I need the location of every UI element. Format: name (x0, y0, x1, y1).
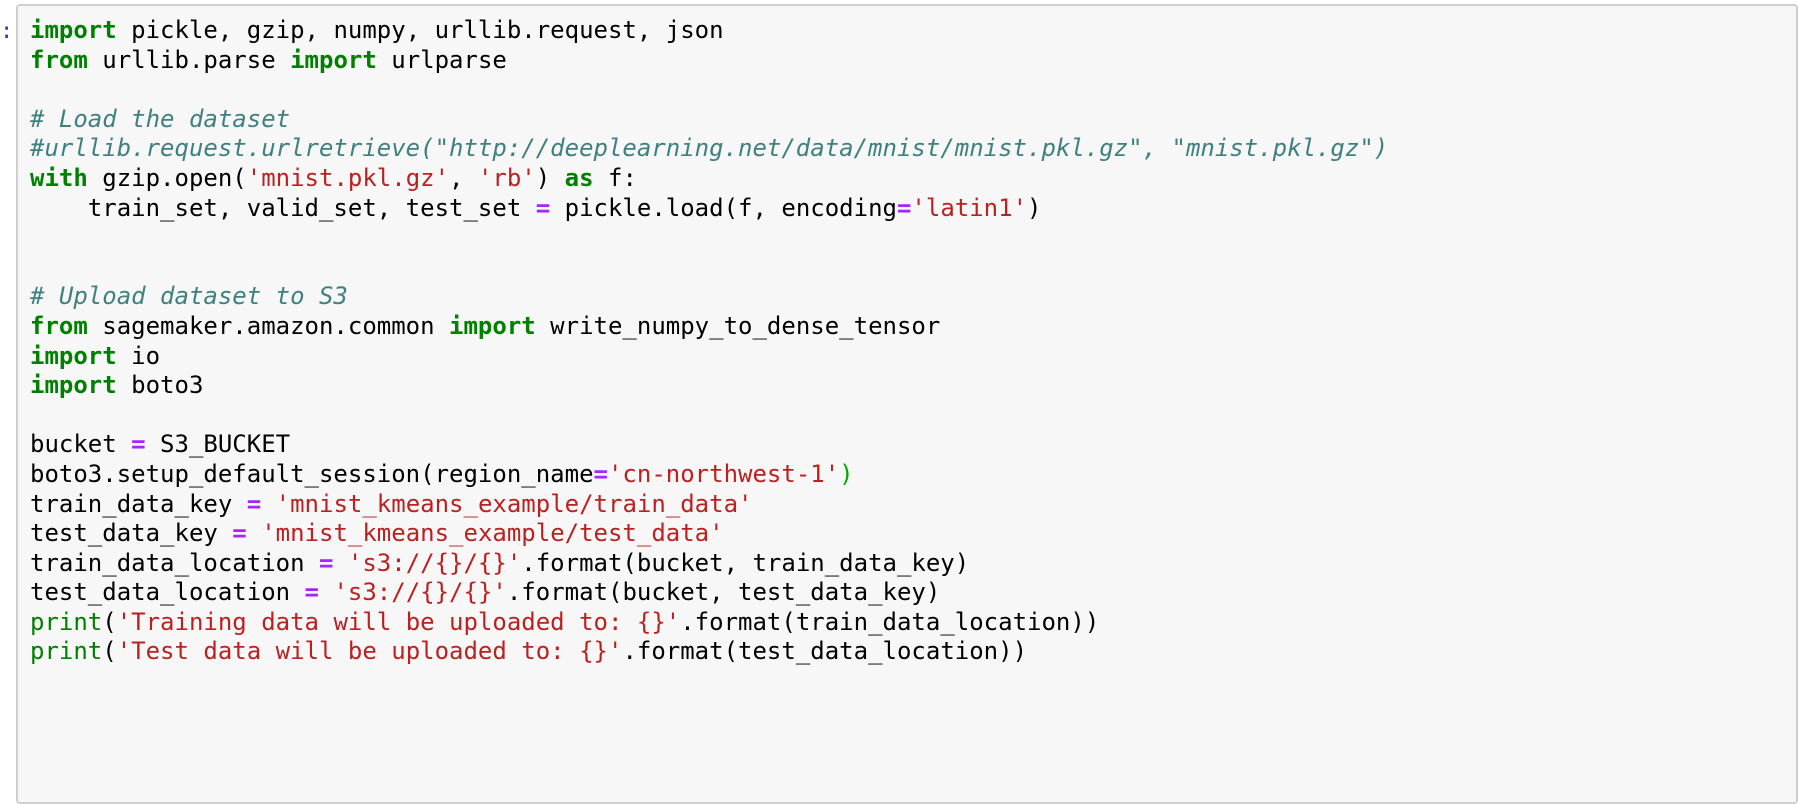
code-token: import (449, 311, 536, 340)
code-token: 'mnist_kmeans_example/train_data' (275, 489, 753, 518)
code-token: = (896, 193, 912, 222)
code-token: import (30, 371, 117, 400)
code-token: 'rb' (477, 163, 536, 192)
code-token: 'mnist_kmeans_example/test_data' (261, 519, 724, 548)
code-token: pickle.load(f, encoding (550, 193, 897, 222)
code-line[interactable]: from sagemaker.amazon.common import writ… (30, 312, 1388, 342)
code-token: bucket (30, 430, 132, 459)
code-token: # Upload dataset to S3 (30, 282, 348, 311)
code-line[interactable]: from urllib.parse import urlparse (30, 46, 1388, 76)
code-line[interactable]: # Upload dataset to S3 (30, 282, 1388, 312)
code-token: = (593, 459, 608, 488)
code-token: urllib.parse (87, 45, 291, 74)
code-token: = (246, 489, 262, 518)
code-token: = (304, 578, 319, 607)
code-token: train_data_key (30, 489, 247, 518)
code-line[interactable]: print('Training data will be uploaded to… (30, 608, 1388, 638)
code-token: 'Training data will be uploaded to: {}' (116, 607, 681, 636)
code-line[interactable] (30, 401, 1388, 431)
code-token: import (290, 45, 377, 74)
code-token: S3_BUCKET (145, 430, 291, 459)
code-line[interactable]: import boto3 (30, 371, 1388, 401)
code-line[interactable] (30, 253, 1388, 283)
code-token: train_data_location (30, 548, 319, 577)
code-token: from (30, 45, 88, 74)
code-line[interactable]: train_data_key = 'mnist_kmeans_example/t… (30, 490, 1388, 520)
code-token: .format(test_data_location)) (622, 637, 1028, 666)
code-editor[interactable]: import pickle, gzip, numpy, urllib.reque… (30, 16, 1388, 667)
code-line[interactable]: train_data_location = 's3://{}/{}'.forma… (30, 549, 1388, 579)
code-token: urlparse (376, 45, 507, 74)
code-token: ( (102, 607, 117, 636)
code-token: import (30, 341, 117, 370)
code-token: 's3://{}/{}' (333, 578, 507, 607)
code-token: print (30, 607, 103, 636)
code-token: from (30, 311, 88, 340)
code-token: = (232, 519, 247, 548)
code-cell[interactable]: import pickle, gzip, numpy, urllib.reque… (16, 4, 1798, 804)
code-token: = (131, 430, 146, 459)
code-token: .format(bucket, test_data_key) (506, 578, 941, 607)
code-token: = (535, 193, 551, 222)
code-token: 'latin1' (911, 193, 1028, 222)
code-token: #urllib.request.urlretrieve("http://deep… (30, 134, 1389, 163)
code-token: write_numpy_to_dense_tensor (535, 311, 941, 340)
code-token: , (449, 163, 478, 192)
code-line[interactable]: test_data_location = 's3://{}/{}'.format… (30, 578, 1388, 608)
code-token: .format(bucket, train_data_key) (521, 548, 970, 577)
code-token: boto3 (116, 371, 204, 400)
code-token: ( (102, 637, 117, 666)
code-token: f: (593, 163, 637, 192)
code-line[interactable]: bucket = S3_BUCKET (30, 430, 1388, 460)
code-line[interactable]: test_data_key = 'mnist_kmeans_example/te… (30, 519, 1388, 549)
code-token: with (30, 163, 88, 192)
code-line[interactable]: # Load the dataset (30, 105, 1388, 135)
code-token: 'mnist.pkl.gz' (246, 163, 450, 192)
code-token: gzip.open( (87, 163, 247, 192)
cell-prompt-marker: : (0, 20, 8, 44)
code-token: io (116, 341, 161, 370)
code-line[interactable]: import io (30, 342, 1388, 372)
code-token: ) (535, 163, 565, 192)
code-token: = (318, 548, 334, 577)
code-token: ) (839, 459, 854, 488)
code-token: import (30, 16, 117, 44)
code-token: print (30, 637, 103, 666)
code-token: 'Test data will be uploaded to: {}' (116, 637, 623, 666)
code-line[interactable] (30, 75, 1388, 105)
code-token: test_data_key (30, 519, 233, 548)
code-line[interactable] (30, 223, 1388, 253)
code-token: # Load the dataset (30, 104, 291, 133)
code-token: train_set, valid_set, test_set (30, 193, 536, 222)
code-line[interactable]: train_set, valid_set, test_set = pickle.… (30, 194, 1388, 224)
code-token: as (564, 163, 594, 192)
code-token: boto3.setup_default_session(region_name (30, 459, 594, 488)
code-line[interactable]: print('Test data will be uploaded to: {}… (30, 637, 1388, 667)
code-token: ) (1027, 193, 1042, 222)
code-line[interactable]: #urllib.request.urlretrieve("http://deep… (30, 134, 1388, 164)
code-line[interactable]: boto3.setup_default_session(region_name=… (30, 460, 1388, 490)
code-token: pickle, gzip, numpy, urllib.request, jso… (116, 16, 724, 44)
code-token: sagemaker.amazon.common (87, 311, 450, 340)
code-line[interactable]: import pickle, gzip, numpy, urllib.reque… (30, 16, 1388, 46)
code-token: test_data_location (30, 578, 305, 607)
code-token: .format(train_data_location)) (680, 607, 1100, 636)
code-token: 'cn-northwest-1' (607, 459, 840, 488)
code-token: 's3://{}/{}' (347, 548, 522, 577)
code-line[interactable]: with gzip.open('mnist.pkl.gz', 'rb') as … (30, 164, 1388, 194)
